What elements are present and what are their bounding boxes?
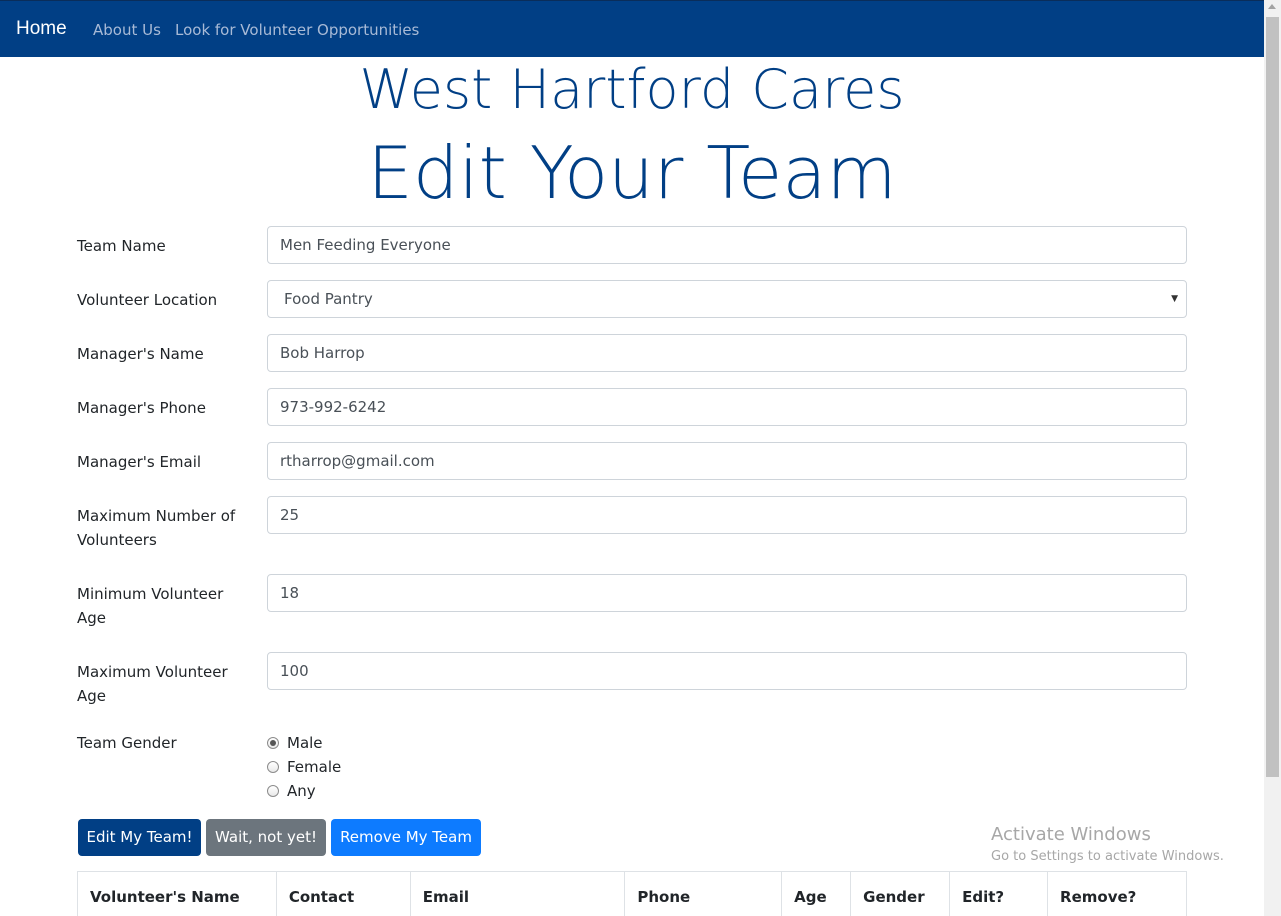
team-name-input[interactable]: Men Feeding Everyone: [267, 226, 1187, 264]
chevron-down-icon: ▼: [1171, 294, 1178, 304]
min-age-input[interactable]: 18: [267, 574, 1187, 612]
nav-opportunities-link[interactable]: Look for Volunteer Opportunities: [175, 21, 419, 39]
min-age-label: Minimum Volunteer Age: [77, 585, 224, 627]
team-gender-label: Team Gender: [77, 734, 177, 752]
wait-button[interactable]: Wait, not yet!: [206, 819, 326, 856]
navbar: Home About Us Look for Volunteer Opportu…: [0, 0, 1264, 57]
site-title: West Hartford Cares: [359, 58, 905, 121]
max-volunteers-input[interactable]: 25: [267, 496, 1187, 534]
activate-windows-subtitle: Go to Settings to activate Windows.: [991, 849, 1224, 864]
page-title: Edit Your Team: [367, 131, 897, 215]
table-header-cell: Age: [781, 871, 852, 916]
table-header-cell: Phone: [624, 871, 783, 916]
max-age-label: Maximum Volunteer Age: [77, 663, 228, 705]
volunteer-location-select[interactable]: Food Pantry ▼: [267, 280, 1187, 318]
table-header-cell: Gender: [850, 871, 951, 916]
radio-checked-icon[interactable]: [267, 737, 279, 749]
manager-name-label: Manager's Name: [77, 345, 204, 363]
gender-option-label: Female: [287, 758, 342, 776]
edit-team-button[interactable]: Edit My Team!: [78, 819, 201, 856]
volunteer-location-value: Food Pantry: [284, 290, 373, 308]
table-header-cell: Email: [409, 871, 626, 916]
manager-name-input[interactable]: Bob Harrop: [267, 334, 1187, 372]
table-header-cell: Edit?: [949, 871, 1049, 916]
remove-team-button[interactable]: Remove My Team: [331, 819, 481, 856]
table-header-cell: Remove?: [1047, 871, 1187, 916]
activate-windows-title: Activate Windows: [991, 824, 1151, 845]
max-volunteers-label: Maximum Number of Volunteers: [77, 507, 236, 549]
manager-email-label: Manager's Email: [77, 453, 202, 471]
scroll-up-arrow-icon[interactable]: [1268, 4, 1276, 9]
page: Home About Us Look for Volunteer Opportu…: [0, 0, 1264, 916]
gender-option-label: Any: [287, 782, 316, 800]
table-header-cell: Contact: [275, 871, 411, 916]
max-age-input[interactable]: 100: [267, 652, 1187, 690]
radio-unchecked-icon[interactable]: [267, 785, 279, 797]
volunteer-location-label: Volunteer Location: [77, 291, 218, 309]
radio-unchecked-icon[interactable]: [267, 761, 279, 773]
manager-phone-label: Manager's Phone: [77, 399, 206, 417]
nav-home-link[interactable]: Home: [16, 18, 67, 40]
scrollbar-thumb[interactable]: [1266, 17, 1279, 777]
table-header-cell: Volunteer's Name: [77, 871, 277, 916]
manager-email-input[interactable]: rtharrop@gmail.com: [267, 442, 1187, 480]
volunteers-table: Volunteer's Name Contact Email Phone Age…: [77, 871, 1187, 916]
team-name-label: Team Name: [77, 237, 166, 255]
gender-option-label: Male: [287, 734, 323, 752]
table-header-row: Volunteer's Name Contact Email Phone Age…: [77, 871, 1187, 916]
vertical-scrollbar[interactable]: [1264, 0, 1281, 916]
manager-phone-input[interactable]: 973-992-6242: [267, 388, 1187, 426]
nav-about-link[interactable]: About Us: [93, 21, 161, 39]
